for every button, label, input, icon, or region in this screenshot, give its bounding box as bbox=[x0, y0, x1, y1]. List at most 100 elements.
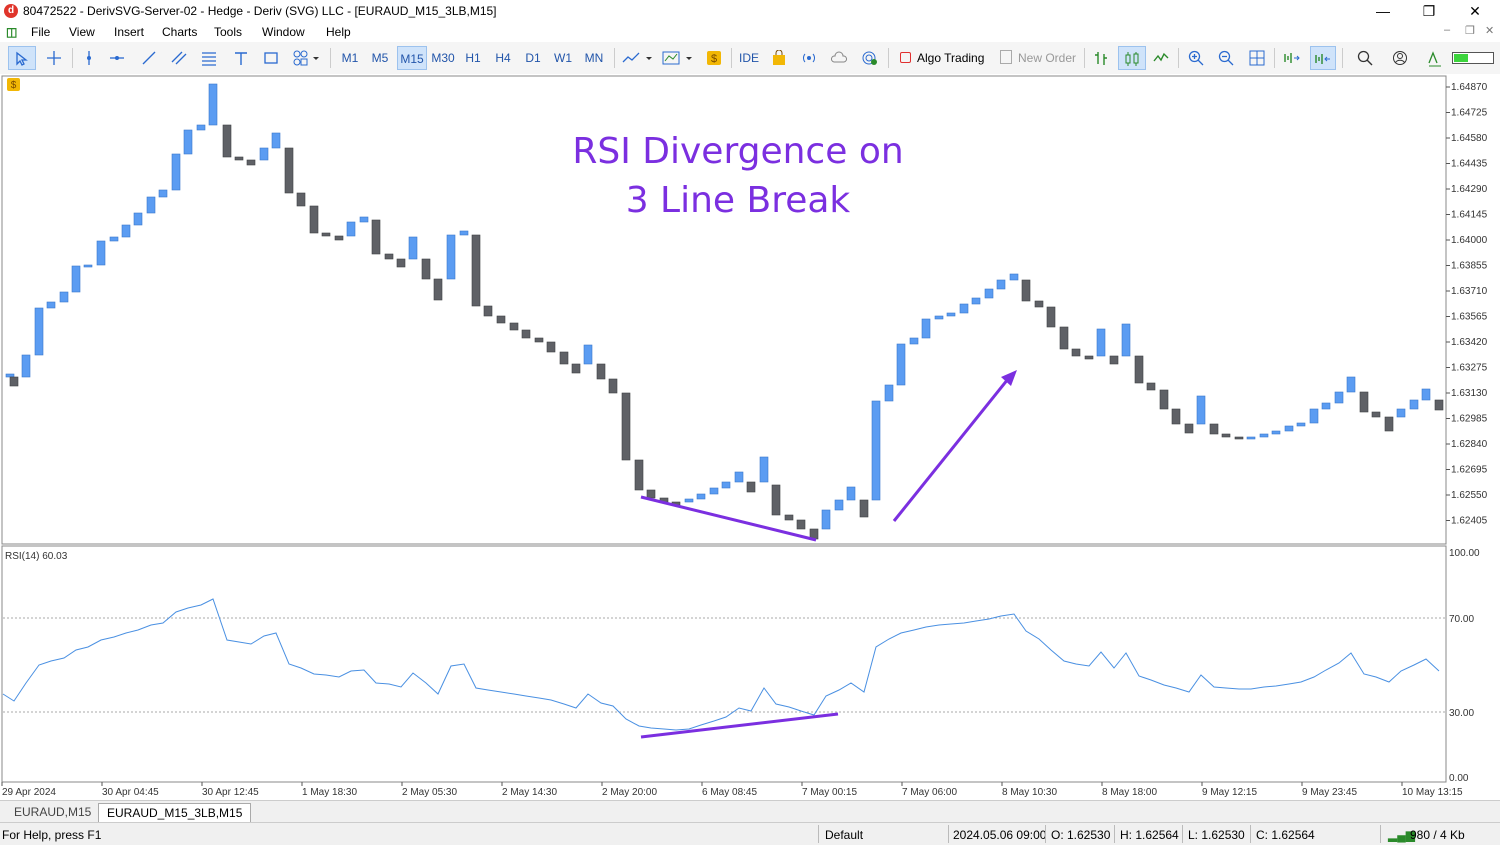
bearish-brick bbox=[1359, 391, 1369, 413]
bearish-brick bbox=[396, 258, 406, 268]
ide-button[interactable]: IDE bbox=[736, 46, 762, 70]
timeframe-m5[interactable]: M5 bbox=[367, 46, 393, 70]
candlestick-icon[interactable] bbox=[1118, 46, 1146, 70]
bullish-brick bbox=[721, 481, 731, 489]
bearish-brick bbox=[1434, 399, 1444, 411]
menu-tools[interactable]: Tools bbox=[214, 25, 242, 39]
rsi-axis-label: 0.00 bbox=[1449, 773, 1469, 784]
price-axis-label: 1.62840 bbox=[1451, 439, 1488, 450]
cursor-icon[interactable] bbox=[8, 46, 36, 70]
dollar-icon[interactable]: $ bbox=[703, 46, 725, 70]
new-order-button[interactable]: New Order bbox=[996, 46, 1080, 70]
status-open: O: 1.62530 bbox=[1051, 828, 1111, 842]
fibonacci-icon[interactable] bbox=[198, 46, 220, 70]
chart-type-icon[interactable] bbox=[620, 46, 656, 70]
chart-svg[interactable]: $ 1.64870 1.64725 1.64580 1.64435 1.64290 1.6… bbox=[0, 74, 1500, 800]
vertical-line-icon[interactable] bbox=[78, 46, 100, 70]
timeframe-m30[interactable]: M30 bbox=[428, 46, 458, 70]
signal-strength-icon[interactable] bbox=[1424, 46, 1446, 70]
timeframe-h1[interactable]: H1 bbox=[460, 46, 486, 70]
close-button[interactable]: ✕ bbox=[1452, 2, 1498, 20]
algo-trading-button[interactable]: Algo Trading bbox=[895, 46, 991, 70]
time-axis-label: 8 May 10:30 bbox=[1002, 787, 1057, 798]
cloud-icon[interactable] bbox=[828, 46, 850, 70]
bearish-brick bbox=[509, 322, 519, 331]
chart-area[interactable]: $ 1.64870 1.64725 1.64580 1.64435 1.64290 1.6… bbox=[0, 74, 1500, 828]
menu-window[interactable]: Window bbox=[262, 25, 305, 39]
connection-bar-icon bbox=[1450, 46, 1496, 70]
bullish-brick bbox=[696, 493, 706, 500]
time-axis-label: 6 May 08:45 bbox=[702, 787, 757, 798]
time-axis-label: 29 Apr 2024 bbox=[2, 787, 56, 798]
chart-shift-icon[interactable] bbox=[1280, 46, 1304, 70]
vps-icon[interactable] bbox=[858, 46, 882, 70]
bullish-brick bbox=[734, 471, 744, 483]
bullish-brick bbox=[1271, 430, 1281, 435]
bullish-brick bbox=[59, 291, 69, 303]
timeframe-d1[interactable]: D1 bbox=[520, 46, 546, 70]
bullish-brick bbox=[934, 315, 944, 320]
menu-insert[interactable]: Insert bbox=[114, 25, 144, 39]
tile-windows-icon[interactable] bbox=[1246, 46, 1268, 70]
account-icon[interactable] bbox=[1389, 46, 1411, 70]
trendline-icon[interactable] bbox=[138, 46, 160, 70]
status-traffic: 980 / 4 Kb bbox=[1410, 828, 1465, 842]
status-profile[interactable]: Default bbox=[825, 828, 863, 842]
child-close-button[interactable]: ✕ bbox=[1485, 24, 1494, 37]
time-axis-label: 10 May 13:15 bbox=[1402, 787, 1463, 798]
price-axis-label: 1.63130 bbox=[1451, 388, 1488, 399]
bullish-brick bbox=[1009, 273, 1019, 281]
menu-view[interactable]: View bbox=[69, 25, 95, 39]
horizontal-line-icon[interactable] bbox=[106, 46, 128, 70]
signals-icon[interactable] bbox=[798, 46, 820, 70]
chart-window-icon[interactable]: ◫ bbox=[6, 25, 17, 39]
child-restore-button[interactable]: ❐ bbox=[1465, 24, 1475, 37]
indicators-icon[interactable] bbox=[660, 46, 696, 70]
shapes-icon[interactable] bbox=[260, 46, 282, 70]
timeframe-m1[interactable]: M1 bbox=[337, 46, 363, 70]
bearish-brick bbox=[1234, 436, 1244, 440]
menu-file[interactable]: File bbox=[31, 25, 50, 39]
annotation-title-line1: RSI Divergence on bbox=[572, 131, 903, 172]
bearish-brick bbox=[1021, 279, 1031, 302]
bullish-brick bbox=[346, 221, 356, 237]
timeframe-w1[interactable]: W1 bbox=[550, 46, 576, 70]
bullish-brick bbox=[1121, 323, 1131, 357]
new-order-label: New Order bbox=[1018, 51, 1077, 65]
search-icon[interactable] bbox=[1354, 46, 1376, 70]
bullish-brick bbox=[46, 301, 56, 309]
crosshair-icon[interactable] bbox=[40, 46, 68, 70]
bearish-brick bbox=[559, 351, 569, 365]
objects-menu-icon[interactable] bbox=[290, 46, 324, 70]
tab-euraud-m15[interactable]: EURAUD,M15 bbox=[6, 803, 99, 821]
zoom-in-icon[interactable] bbox=[1185, 46, 1207, 70]
autoscroll-icon[interactable] bbox=[1310, 46, 1336, 70]
price-axis-label: 1.62985 bbox=[1451, 414, 1488, 425]
timeframe-h4[interactable]: H4 bbox=[490, 46, 516, 70]
bullish-brick bbox=[921, 318, 931, 339]
bar-chart-icon[interactable] bbox=[1090, 46, 1112, 70]
channel-icon[interactable] bbox=[168, 46, 190, 70]
bullish-brick bbox=[846, 486, 856, 501]
minimize-button[interactable]: — bbox=[1360, 2, 1406, 20]
tab-euraud-m15-3lb[interactable]: EURAUD_M15_3LB,M15 bbox=[98, 803, 252, 822]
time-axis-label: 30 Apr 04:45 bbox=[102, 787, 159, 798]
bearish-brick bbox=[433, 278, 443, 301]
timeframe-m15[interactable]: M15 bbox=[397, 46, 427, 70]
menu-help[interactable]: Help bbox=[326, 25, 351, 39]
child-minimize-button[interactable]: – bbox=[1444, 24, 1450, 36]
market-bag-icon[interactable] bbox=[768, 46, 790, 70]
bullish-brick bbox=[1296, 422, 1306, 427]
menu-charts[interactable]: Charts bbox=[162, 25, 197, 39]
rsi-axis-label: 100.00 bbox=[1449, 548, 1480, 559]
bullish-brick bbox=[1346, 376, 1356, 393]
bearish-brick bbox=[859, 499, 869, 518]
rsi-pane[interactable] bbox=[1, 545, 1447, 783]
maximize-button[interactable]: ❐ bbox=[1406, 2, 1452, 20]
text-icon[interactable] bbox=[230, 46, 252, 70]
timeframe-mn[interactable]: MN bbox=[580, 46, 608, 70]
bearish-brick bbox=[546, 341, 556, 353]
line-chart-icon[interactable] bbox=[1150, 46, 1172, 70]
trade-icon-glyph: $ bbox=[11, 80, 17, 91]
zoom-out-icon[interactable] bbox=[1215, 46, 1237, 70]
